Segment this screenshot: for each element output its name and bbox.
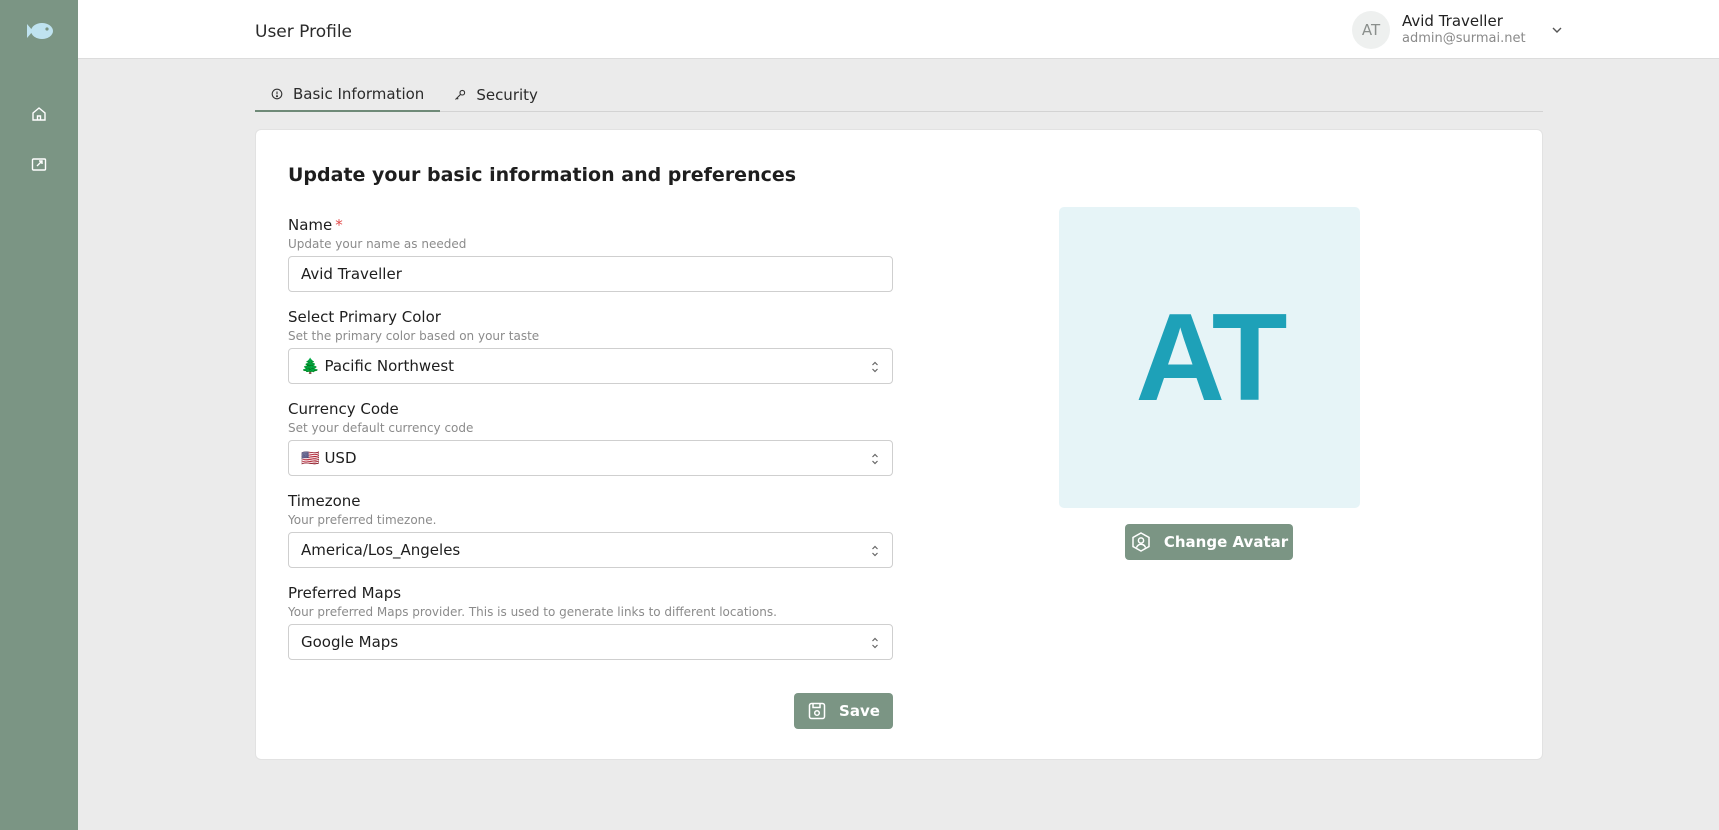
currency-field-group: Currency Code Set your default currency … <box>288 400 893 476</box>
timezone-description: Your preferred timezone. <box>288 513 437 527</box>
timezone-label: Timezone <box>288 492 361 510</box>
tab-label: Basic Information <box>293 85 425 103</box>
currency-description: Set your default currency code <box>288 421 474 435</box>
tab-security[interactable]: Security <box>440 78 554 112</box>
user-name: Avid Traveller <box>1402 12 1503 30</box>
user-menu[interactable]: AT Avid Traveller admin@surmai.net <box>1352 11 1564 49</box>
currency-label: Currency Code <box>288 400 399 418</box>
change-avatar-button[interactable]: Change Avatar <box>1125 524 1293 560</box>
name-field-group: Name * Update your name as needed Avid Tr… <box>288 216 893 292</box>
avatar-preview: AT <box>1059 207 1360 508</box>
maps-description: Your preferred Maps provider. This is us… <box>288 605 777 619</box>
home-icon[interactable] <box>19 94 59 134</box>
user-avatar: AT <box>1352 11 1390 49</box>
maps-field-group: Preferred Maps Your preferred Maps provi… <box>288 584 893 660</box>
currency-select[interactable]: 🇺🇸 USD <box>288 440 893 476</box>
timezone-field-group: Timezone Your preferred timezone. Americ… <box>288 492 893 568</box>
chevron-down-icon[interactable] <box>1550 23 1564 37</box>
fish-icon[interactable] <box>22 18 56 44</box>
required-mark: * <box>335 216 343 234</box>
tab-basic-information[interactable]: Basic Information <box>255 78 441 112</box>
select-arrows-icon <box>870 544 880 558</box>
avatar-initials: AT <box>1135 288 1287 427</box>
form-heading: Update your basic information and prefer… <box>288 164 797 186</box>
select-arrows-icon <box>870 452 880 466</box>
select-arrows-icon <box>870 636 880 650</box>
page-title: User Profile <box>255 22 353 42</box>
primary-color-label: Select Primary Color <box>288 308 441 326</box>
name-label: Name * <box>288 216 343 234</box>
info-icon <box>271 87 285 101</box>
primary-color-field-group: Select Primary Color Set the primary col… <box>288 308 893 384</box>
save-button[interactable]: Save <box>794 693 893 729</box>
currency-value: 🇺🇸 USD <box>301 449 357 467</box>
primary-color-description: Set the primary color based on your tast… <box>288 329 540 343</box>
top-header: User Profile AT Avid Traveller admin@sur… <box>78 0 1719 59</box>
save-icon <box>807 701 827 721</box>
timezone-value: America/Los_Angeles <box>301 541 461 559</box>
basic-info-card: Update your basic information and prefer… <box>255 129 1543 760</box>
change-avatar-label: Change Avatar <box>1163 533 1289 551</box>
timezone-select[interactable]: America/Los_Angeles <box>288 532 893 568</box>
tab-label: Security <box>476 86 538 104</box>
profile-tabs: Basic Information Security <box>255 78 1543 112</box>
name-input[interactable]: Avid Traveller <box>288 256 893 292</box>
name-value: Avid Traveller <box>301 265 402 283</box>
primary-color-select[interactable]: 🌲 Pacific Northwest <box>288 348 893 384</box>
maps-label: Preferred Maps <box>288 584 402 602</box>
maps-value: Google Maps <box>301 633 399 651</box>
name-description: Update your name as needed <box>288 237 467 251</box>
user-info: Avid Traveller admin@surmai.net <box>1402 12 1526 48</box>
sidebar <box>0 0 78 830</box>
maps-select[interactable]: Google Maps <box>288 624 893 660</box>
select-arrows-icon <box>870 360 880 374</box>
key-icon <box>454 88 468 102</box>
primary-color-value: 🌲 Pacific Northwest <box>301 357 455 375</box>
share-icon[interactable] <box>19 144 59 184</box>
user-email: admin@surmai.net <box>1402 31 1526 46</box>
user-hexagon-icon <box>1130 531 1152 553</box>
save-label: Save <box>839 702 880 720</box>
